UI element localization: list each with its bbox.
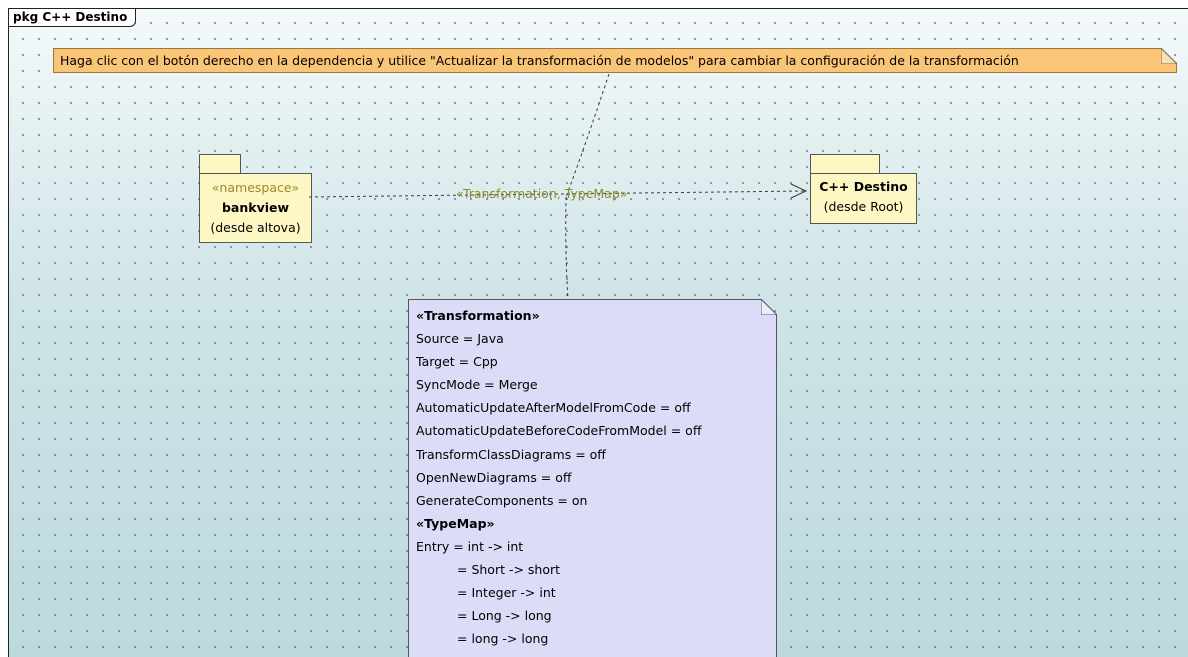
transformation-note-anchor-line xyxy=(565,196,569,300)
typemap-entry: = Integer -> int xyxy=(457,585,556,601)
typemap-header: «TypeMap» xyxy=(416,515,495,531)
transformation-note[interactable]: «Transformation» Source = Java Target = … xyxy=(408,299,777,657)
transformation-header: «Transformation» xyxy=(416,308,540,323)
note-property: SyncMode = Merge xyxy=(416,377,538,393)
note-fold-corner xyxy=(761,299,777,315)
note-property: AutomaticUpdateBeforeCodeFromModel = off xyxy=(416,423,702,439)
diagram-canvas[interactable]: pkg C++ Destino Haga clic con el botón d… xyxy=(8,8,1188,657)
note-property: AutomaticUpdateAfterModelFromCode = off xyxy=(416,400,691,416)
typemap-entry: = Short -> short xyxy=(457,562,561,578)
diagram-frame-title: pkg C++ Destino xyxy=(9,9,137,27)
dependency-label[interactable]: «Transformation, TypeMap» xyxy=(456,186,627,201)
note-property: TransformClassDiagrams = off xyxy=(416,446,606,462)
note-property: GenerateComponents = on xyxy=(416,492,588,508)
typemap-entry: Entry = int -> int xyxy=(416,538,524,554)
note-property: Target = Cpp xyxy=(416,354,498,370)
typemap-entry: = Long -> long xyxy=(457,608,552,624)
typemap-entry: = long -> long xyxy=(457,631,549,647)
note-property: OpenNewDiagrams = off xyxy=(416,469,572,485)
note-fold-corner xyxy=(1161,48,1177,64)
hint-note-anchor-line xyxy=(565,73,610,198)
note-property: Source = Java xyxy=(416,331,504,347)
